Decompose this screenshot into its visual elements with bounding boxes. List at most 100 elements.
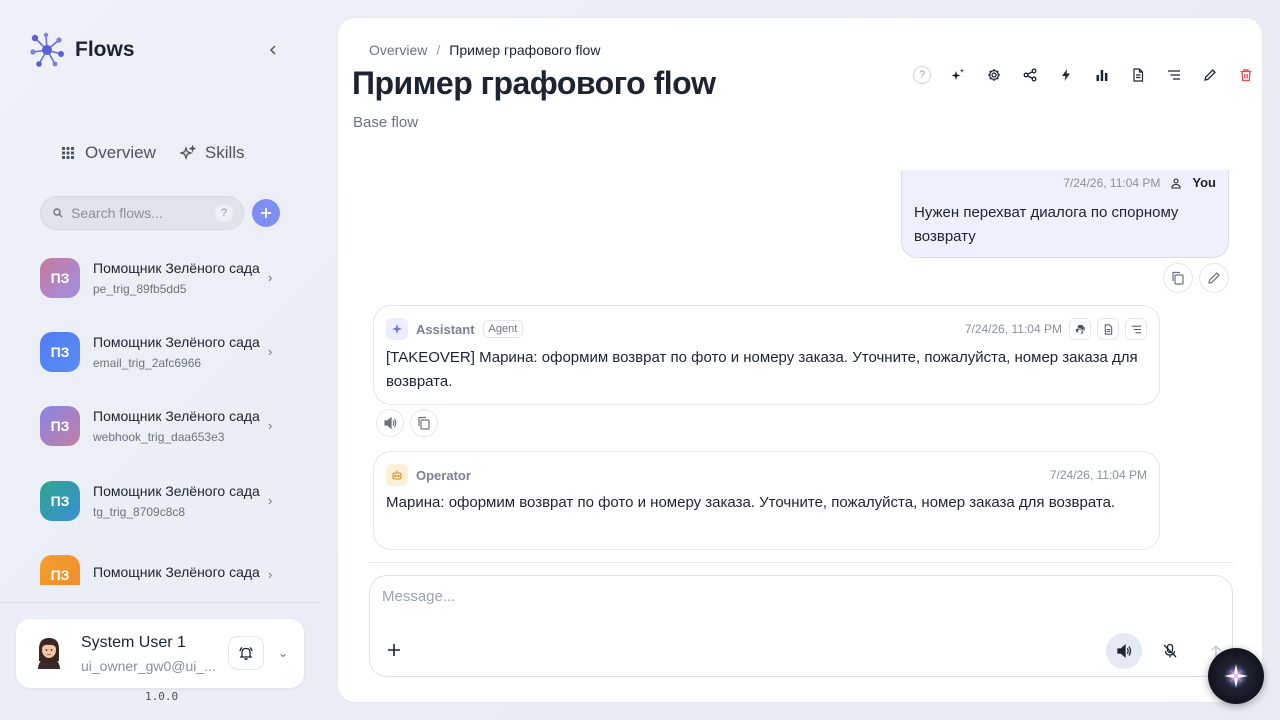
speaker-icon [384,416,397,430]
mic-off-icon [1163,643,1177,658]
breadcrumb-separator: / [436,42,441,58]
flow-id: webhook_trig_daa653e3 [93,430,225,444]
edit-message-button[interactable] [1199,263,1229,293]
message-timestamp: 7/24/26, 11:04 PM [1063,175,1161,190]
flow-id: tg_trig_8709c8c8 [93,505,186,519]
help-button[interactable]: ? [904,65,940,85]
nav-label: Skills [204,143,245,162]
chevron-down-icon[interactable]: ⌄ [278,646,288,660]
search-box: ? [40,196,244,230]
search-help-icon[interactable]: ? [215,204,233,222]
sidebar-nav: Overview Skills [60,143,245,163]
breadcrumb-current: Пример графового flow [449,42,601,58]
app-version: 1.0.0 [145,690,179,703]
trash-icon [1240,69,1252,82]
main-panel: Overview / Пример графового flow Пример … [337,17,1263,703]
user-icon [1171,177,1181,189]
flow-list-item[interactable]: ПЗ Помощник Зелёного сада › [40,545,290,585]
nav-item-overview[interactable]: Overview [60,143,156,163]
flow-list-item[interactable]: ПЗ Помощник Зелёного сада tg_trig_8709c8c… [40,471,290,531]
collapse-sidebar-button[interactable] [265,42,281,58]
document-icon[interactable] [1097,318,1119,340]
share-icon [1023,68,1037,82]
copy-icon [1172,271,1184,285]
analytics-button[interactable] [1084,65,1120,85]
page-subtitle: Base flow [353,114,419,131]
microphone-toggle[interactable] [1152,633,1188,669]
flow-id: email_trig_2afc6966 [93,356,202,370]
grid-icon [62,147,74,159]
message-timestamp: 7/24/26, 11:04 PM [964,322,1062,336]
chevron-right-icon: › [268,418,273,433]
notifications-button[interactable] [228,636,264,670]
toolbar: ? [904,65,1262,85]
flow-title: Помощник Зелёного сада [93,483,260,499]
settings-button[interactable] [976,65,1012,85]
add-flow-button[interactable] [252,199,280,227]
voice-output-toggle[interactable] [1106,633,1142,669]
breadcrumb: Overview / Пример графового flow [369,42,600,58]
app-name: Flows [75,38,135,61]
pencil-icon [1208,272,1220,284]
flow-list-item[interactable]: ПЗ Помощник Зелёного сада webhook_trig_da… [40,396,290,456]
chevron-right-icon: › [268,493,273,508]
page-title: Пример графового flow [352,65,716,101]
flow-list-item[interactable]: ПЗ Помощник Зелёного сада email_trig_2afc… [40,322,290,382]
copy-button[interactable] [1163,263,1193,293]
user-message-actions [1163,263,1229,293]
list-icon [1168,70,1180,80]
sparkles-icon [179,145,196,160]
speaker-icon [1117,644,1132,658]
copy-icon [418,416,430,430]
list-icon[interactable] [1125,318,1147,340]
flow-avatar: ПЗ [40,332,80,372]
share-button[interactable] [1012,65,1048,85]
chevron-right-icon: › [268,567,273,582]
assistant-message-actions [376,409,438,437]
search-icon [53,208,63,218]
chevron-left-icon [269,45,276,55]
plus-icon [261,208,271,218]
message-composer [369,575,1233,677]
flow-avatar: ПЗ [40,555,80,585]
flow-id: pe_trig_89fb5dd5 [93,282,187,296]
sidebar: Flows Overview Skills ? ПЗ [0,0,320,720]
edit-button[interactable] [1192,65,1228,85]
flow-avatar: ПЗ [40,406,80,446]
triggers-button[interactable] [1048,65,1084,85]
chevron-right-icon: › [268,344,273,359]
document-button[interactable] [1120,65,1156,85]
search-input[interactable] [71,205,201,221]
user-card[interactable]: System User 1 ui_owner_gw0@ui_... ⌄ [16,619,304,688]
flows-logo-icon [30,32,64,67]
flow-list-item[interactable]: ПЗ Помощник Зелёного сада pe_trig_89fb5dd… [40,248,290,308]
flow-avatar: ПЗ [40,481,80,521]
ai-assist-button[interactable] [940,65,976,85]
flow-avatar: ПЗ [40,258,80,298]
message-text: Нужен перехват диалога по спорному возвр… [914,204,1179,245]
bolt-icon [1062,69,1070,81]
message-text: [TAKEOVER] Марина: оформим возврат по фо… [386,349,1138,390]
copy-button[interactable] [410,409,438,437]
attach-button[interactable] [384,640,404,660]
message-timestamp: 7/24/26, 11:04 PM [1049,468,1147,482]
app-logo[interactable]: Flows [28,31,135,69]
read-aloud-button[interactable] [376,409,404,437]
message-author: You [1192,175,1216,190]
breadcrumb-overview-link[interactable]: Overview [369,42,427,58]
assistant-orb-button[interactable] [1208,648,1264,704]
flow-title: Помощник Зелёного сада [93,408,260,424]
assistant-message: Assistant Agent 7/24/26, 11:04 PM [TAKEO… [373,305,1160,405]
document-icon [1133,68,1144,82]
user-message: 7/24/26, 11:04 PM You Нужен перехват диа… [901,170,1229,258]
nav-label: Overview [85,143,156,162]
plus-icon [388,644,400,656]
delete-button[interactable] [1228,65,1262,85]
nav-item-skills[interactable]: Skills [179,143,245,163]
sidebar-divider [0,602,320,603]
message-role: Assistant [416,321,475,337]
python-icon[interactable] [1069,318,1091,340]
assistant-sparkle-icon [386,318,408,340]
logs-button[interactable] [1156,65,1192,85]
message-input[interactable] [382,588,1202,618]
